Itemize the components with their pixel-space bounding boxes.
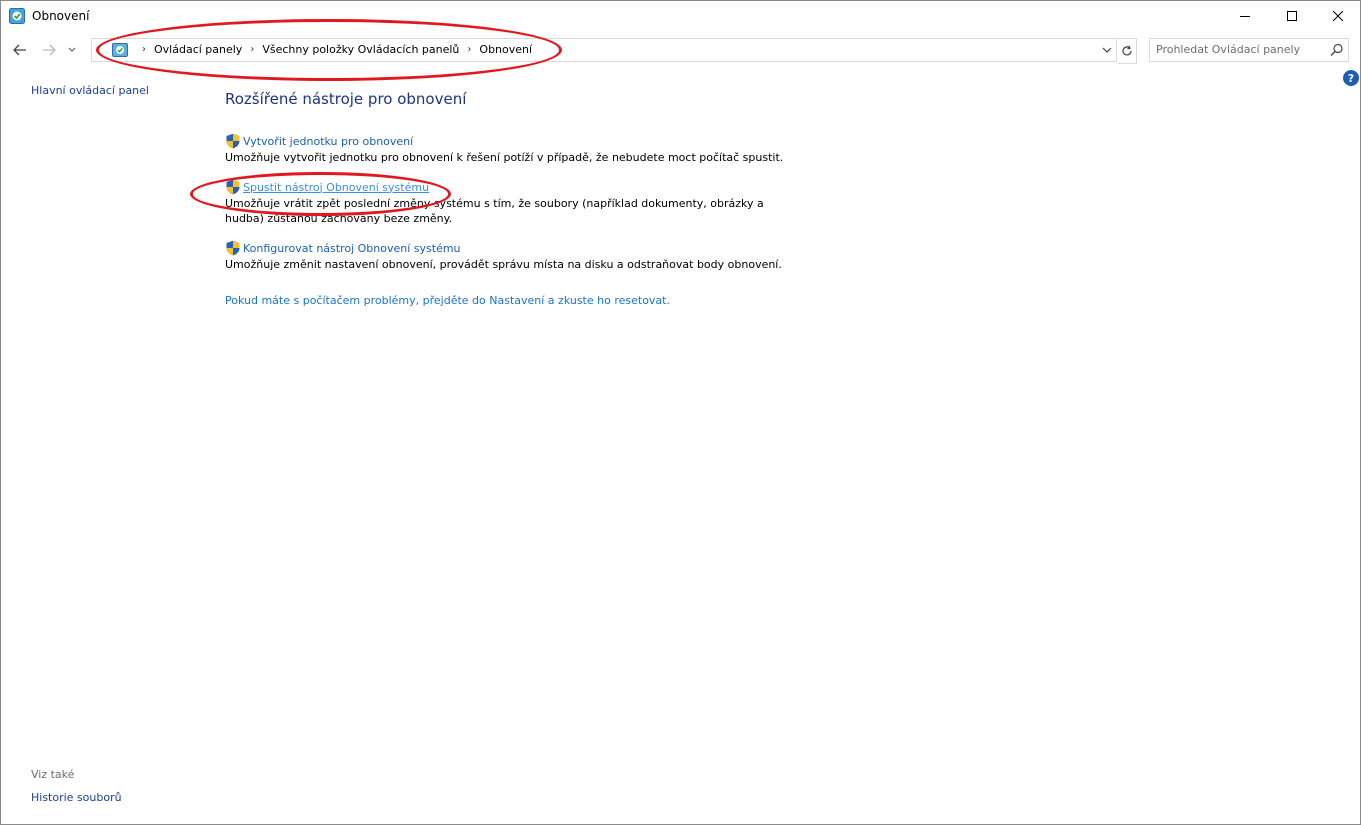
- see-also-label: Viz také: [31, 768, 75, 781]
- control-panel-home-link[interactable]: Hlavní ovládací panel: [31, 84, 149, 97]
- create-recovery-drive-link[interactable]: Vytvořit jednotku pro obnovení: [225, 133, 805, 149]
- maximize-button[interactable]: [1269, 1, 1315, 31]
- recent-locations-button[interactable]: [65, 41, 79, 59]
- minimize-icon: [1240, 16, 1250, 17]
- reset-pc-link[interactable]: Pokud máte s počítačem problémy, přejdět…: [225, 294, 670, 307]
- recovery-tool-item: Konfigurovat nástroj Obnovení systému Um…: [225, 240, 805, 272]
- configure-system-restore-label[interactable]: Konfigurovat nástroj Obnovení systému: [243, 242, 461, 255]
- highlight-annotation: [190, 172, 451, 216]
- back-button[interactable]: [10, 41, 30, 59]
- configure-system-restore-description: Umožňuje změnit nastavení obnovení, prov…: [225, 258, 782, 271]
- search-icon[interactable]: [1330, 43, 1344, 57]
- highlight-annotation: [96, 19, 562, 81]
- configure-system-restore-link[interactable]: Konfigurovat nástroj Obnovení systému: [225, 240, 805, 256]
- recovery-app-icon: [9, 8, 25, 24]
- address-dropdown-icon[interactable]: [1100, 43, 1114, 57]
- search-box[interactable]: [1149, 38, 1349, 62]
- control-panel-window: Obnovení › Ovládací panely › Všechny pol…: [0, 0, 1361, 825]
- create-recovery-drive-description: Umožňuje vytvořit jednotku pro obnovení …: [225, 151, 784, 164]
- file-history-link[interactable]: Historie souborů: [31, 791, 122, 804]
- search-input[interactable]: [1156, 41, 1320, 57]
- uac-shield-icon: [226, 133, 240, 149]
- arrow-right-icon: [43, 44, 56, 56]
- create-recovery-drive-label[interactable]: Vytvořit jednotku pro obnovení: [243, 135, 413, 148]
- recovery-tool-item: Vytvořit jednotku pro obnovení Umožňuje …: [225, 133, 805, 165]
- chevron-down-icon: [68, 47, 76, 52]
- refresh-button[interactable]: [1118, 38, 1137, 64]
- uac-shield-icon: [226, 240, 240, 256]
- maximize-icon: [1287, 11, 1297, 21]
- arrow-left-icon: [13, 44, 26, 56]
- window-title: Obnovení: [32, 9, 90, 23]
- forward-button[interactable]: [39, 41, 59, 59]
- close-icon: [1333, 11, 1343, 21]
- page-title: Rozšířené nástroje pro obnovení: [225, 90, 467, 108]
- refresh-icon: [1122, 45, 1132, 56]
- close-button[interactable]: [1315, 1, 1361, 31]
- help-button[interactable]: ?: [1343, 70, 1359, 86]
- minimize-button[interactable]: [1222, 1, 1268, 31]
